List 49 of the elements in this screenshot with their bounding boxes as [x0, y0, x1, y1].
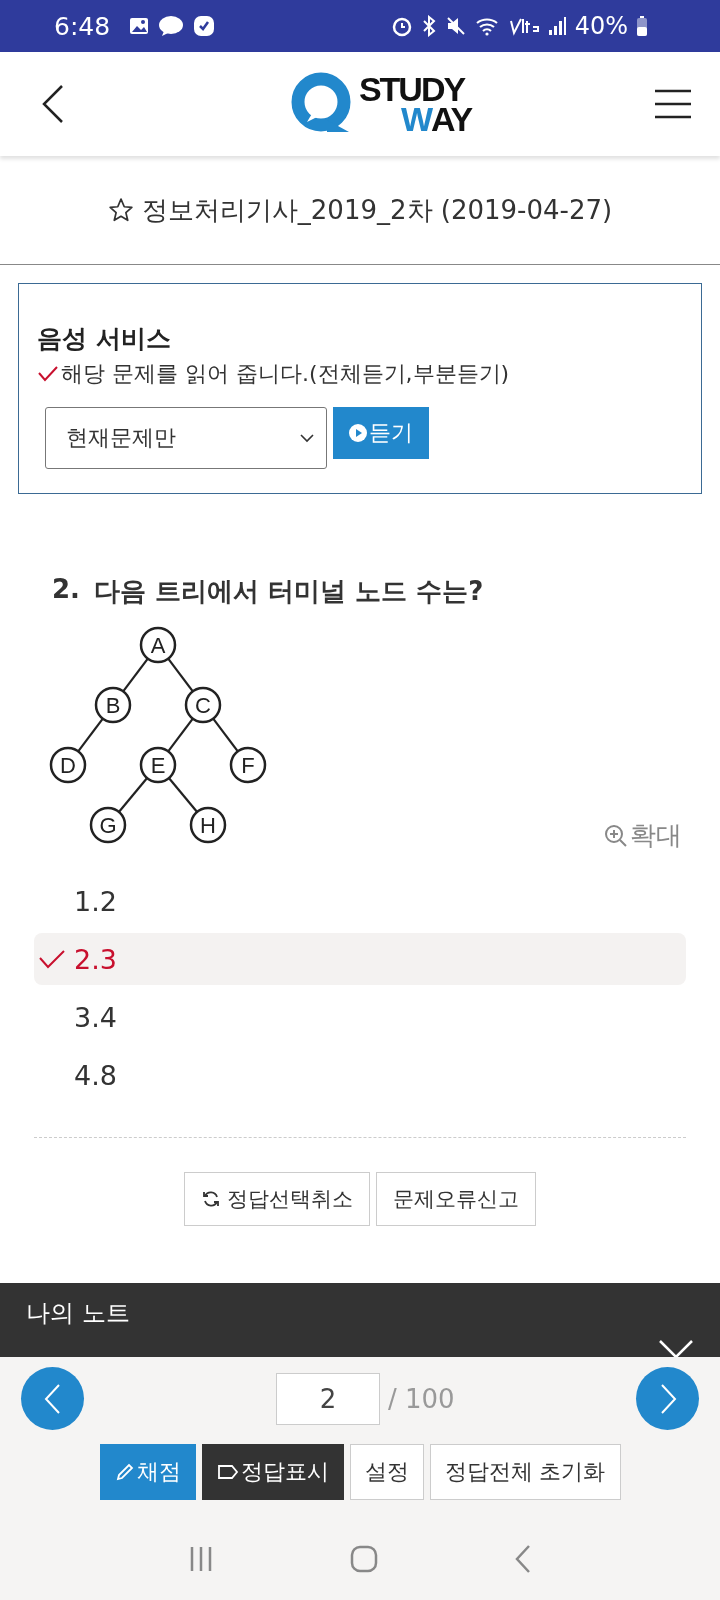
dropdown-caret-icon — [300, 433, 314, 443]
toolbar-button[interactable]: 정답전체 초기화 — [429, 1444, 621, 1500]
note-panel-title: 나의 노트 — [26, 1298, 130, 1329]
scope-select[interactable]: 현재문제만 — [45, 407, 327, 469]
battery-percent: 40% — [574, 12, 628, 40]
answer-option[interactable]: 2.3 — [34, 933, 686, 985]
check-app-icon — [192, 14, 217, 38]
question-text: 다음 트리에서 터미널 노드 수는? — [93, 575, 484, 608]
grade-button[interactable]: 채점 — [99, 1444, 196, 1500]
zoom-in-icon — [604, 823, 628, 848]
page-number-field[interactable]: 2 — [276, 1372, 380, 1425]
voice-service-note: 해당 문제를 읽어 줍니다.(전체듣기,부분듣기) — [61, 360, 510, 388]
check-icon — [37, 365, 59, 383]
alarm-icon — [390, 15, 413, 37]
reset-answer-button[interactable]: 정답선택취소 — [184, 1172, 370, 1226]
play-icon — [349, 424, 367, 442]
voice-service-title: 음성 서비스 — [37, 323, 172, 355]
tree-diagram-drawing: A B D C E G H F — [28, 617, 288, 857]
menu-icon[interactable] — [654, 88, 692, 120]
show-answer-button[interactable]: 정답표시 — [201, 1444, 344, 1500]
mute-icon — [444, 15, 467, 37]
home-icon[interactable] — [350, 1545, 378, 1573]
close-icon[interactable] — [658, 1339, 694, 1357]
star-icon[interactable] — [107, 197, 134, 223]
signal-icon — [546, 15, 567, 37]
pencil-icon — [114, 1462, 135, 1482]
chevron-left-icon — [42, 1382, 63, 1415]
logo-text-top: STUDY — [358, 74, 466, 104]
answer-option[interactable]: 3.4 — [34, 991, 686, 1043]
gallery-icon — [128, 16, 151, 36]
battery-icon — [636, 15, 648, 37]
tag-icon — [216, 1464, 239, 1480]
report-error-button[interactable]: 문제오류신고 — [376, 1172, 536, 1226]
bluetooth-icon — [420, 15, 437, 37]
check-icon — [38, 948, 66, 970]
status-time: 6:48 — [54, 11, 111, 41]
answer-option[interactable]: 1.2 — [34, 875, 686, 927]
note-panel-bar[interactable]: 나의 노트 — [0, 1283, 720, 1357]
question-number: 2. — [52, 574, 80, 606]
chat-bubble-icon — [158, 15, 185, 37]
logo-text-rest: AY — [431, 104, 472, 134]
listen-button[interactable]: 듣기 — [333, 407, 429, 459]
zoom-link[interactable]: 확대 — [604, 818, 682, 853]
logo-text-accent: W — [400, 104, 431, 134]
exam-title: 정보처리기사_2019_2차 (2019-04-27) — [141, 193, 613, 227]
toolbar-button[interactable]: 설정 — [349, 1444, 424, 1500]
answer-option[interactable]: 4.8 — [34, 1049, 686, 1101]
refresh-icon — [201, 1189, 221, 1209]
page-total: / 100 — [388, 1383, 456, 1414]
